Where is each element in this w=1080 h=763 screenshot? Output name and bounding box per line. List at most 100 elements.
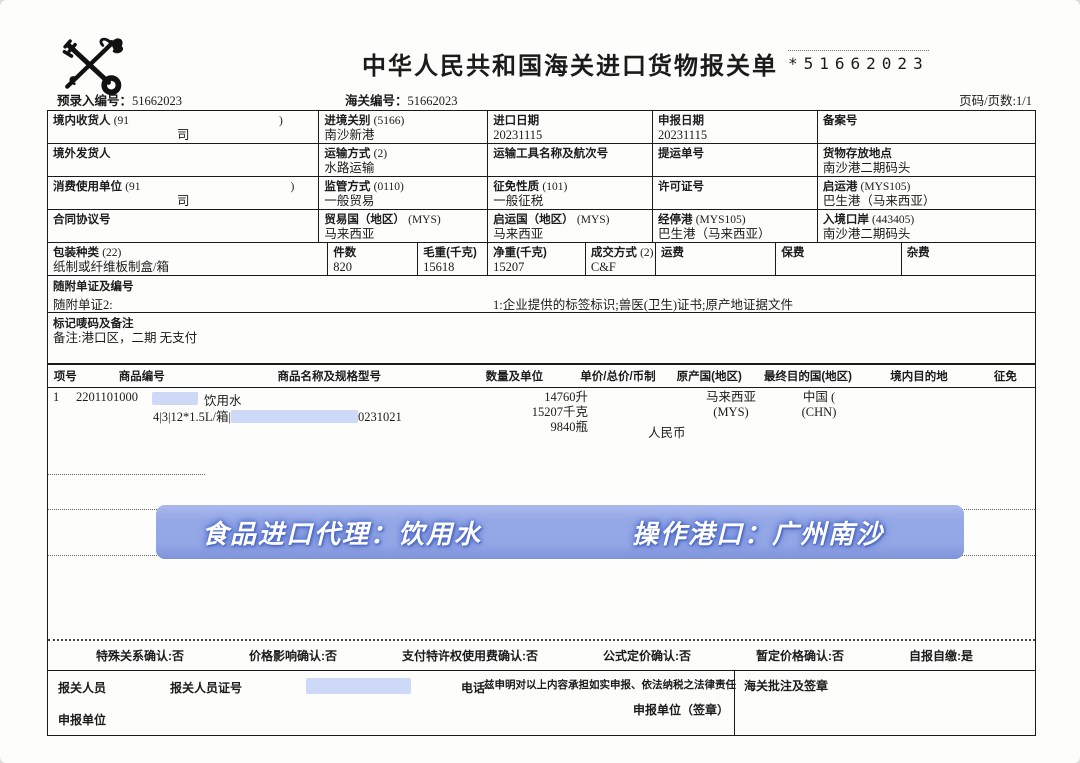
insurance-label: 保费 bbox=[781, 247, 805, 259]
redaction-box bbox=[152, 392, 198, 405]
cell-misc-fee: 杂费 bbox=[902, 243, 1035, 275]
item-spec-prefix: 4|3|12*1.5L/箱| bbox=[153, 410, 231, 424]
customs-number-value: 51662023 bbox=[407, 94, 458, 108]
contract-no-label: 合同协议号 bbox=[53, 214, 111, 226]
cell-storage-place: 货物存放地点 南沙港二期码头 bbox=[818, 144, 1035, 176]
item-qty-kg: 15207千克 bbox=[531, 405, 588, 419]
trade-country-value: 马来西亚 bbox=[324, 227, 375, 241]
entry-point-label: 入境口岸 bbox=[822, 214, 869, 226]
confirm-self-declare-pay: 自报自缴:是 bbox=[909, 649, 973, 663]
meta-row: 预录入编号：51662023 海关编号：51662023 页码/页数:1/1 bbox=[47, 90, 1034, 108]
item-spec-suffix: 0231021 bbox=[358, 410, 402, 424]
item-dest-country: 中国 ( bbox=[802, 390, 836, 404]
consumer-unit-label: 消费使用单位 bbox=[53, 181, 122, 193]
confirm-price-influence: 价格影响确认:否 bbox=[249, 649, 337, 663]
goods-header-name-spec: 商品名称及规格型号 bbox=[277, 371, 382, 383]
banner-right-text: 操作港口：广州南沙 bbox=[632, 518, 885, 549]
documents-line-label: 随附单证2: bbox=[53, 298, 113, 312]
cell-consumer-unit: 消费使用单位 (91) 司 bbox=[48, 177, 320, 209]
china-customs-emblem-icon bbox=[52, 34, 128, 98]
redaction-box bbox=[231, 410, 358, 423]
storage-place-label: 货物存放地点 bbox=[822, 148, 892, 160]
cell-supervision-mode: 监管方式 (0110) 一般贸易 bbox=[319, 177, 489, 209]
departure-port-value: 巴生港（马来西亚） bbox=[822, 194, 936, 208]
consignee-paren: ) bbox=[279, 115, 283, 127]
customs-declaration-sheet: 中华人民共和国海关进口货物报关单 *51662023 预录入编号：5166202… bbox=[0, 0, 1080, 763]
import-date-value: 20231115 bbox=[493, 128, 543, 142]
item-qty-liters: 14760升 bbox=[544, 390, 588, 404]
gross-weight-label: 毛重(千克) bbox=[423, 247, 477, 259]
levy-nature-value: 一般征税 bbox=[493, 194, 544, 208]
cell-license-no: 许可证号 bbox=[653, 177, 818, 209]
item-dest-code: (CHN) bbox=[801, 405, 837, 419]
goods-header-destination-country: 最终目的国(地区) bbox=[763, 371, 853, 383]
pieces-value: 820 bbox=[333, 260, 353, 274]
package-type-code: (22) bbox=[102, 247, 122, 259]
table-row: 合同协议号 贸易国（地区） (MYS) 马来西亚 启运国（地区） (MYS) 马… bbox=[48, 210, 1035, 243]
entry-point-code: (443405) bbox=[872, 214, 915, 226]
confirm-provisional-price: 暂定价格确认:否 bbox=[756, 649, 844, 663]
trade-country-code: (MYS) bbox=[408, 214, 441, 226]
cell-entry-port: 进境关别 (5166) 南沙新港 bbox=[319, 111, 489, 143]
departure-port-label: 启运港 bbox=[822, 181, 858, 193]
declaration-table: 境内收货人 (91) 司 进境关别 (5166) 南沙新港 进口日期 20231… bbox=[47, 110, 1036, 736]
confirm-special-relation: 特殊关系确认:否 bbox=[96, 649, 184, 663]
confirmation-row: 特殊关系确认:否 价格影响确认:否 支付特许权使用费确认:否 公式定价确认:否 … bbox=[48, 641, 1035, 671]
item-spec: 4|3|12*1.5L/箱| 0231021 bbox=[153, 406, 402, 425]
transit-port-value: 巴生港（马来西亚） bbox=[658, 227, 771, 241]
goods-header-qty-unit: 数量及单位 bbox=[485, 371, 544, 383]
cell-departure-country: 启运国（地区） (MYS) 马来西亚 bbox=[488, 210, 654, 242]
transport-mode-code: (2) bbox=[373, 148, 388, 160]
declare-date-label: 申报日期 bbox=[658, 115, 705, 127]
supervision-mode-label: 监管方式 bbox=[324, 181, 371, 193]
item-qty-bottles: 9840瓶 bbox=[550, 420, 588, 434]
gross-weight-value: 15618 bbox=[423, 260, 455, 274]
deal-terms-code: (2) bbox=[640, 247, 654, 259]
goods-header-hs-code: 商品编号 bbox=[118, 371, 165, 383]
confirm-formula-pricing: 公式定价确认:否 bbox=[603, 649, 691, 663]
item-no: 1 bbox=[53, 390, 60, 404]
goods-header-price-currency: 单价/总价/币制 bbox=[580, 371, 656, 383]
departure-port-code: (MYS105) bbox=[860, 181, 911, 193]
cell-import-date: 进口日期 20231115 bbox=[488, 111, 654, 143]
license-no-label: 许可证号 bbox=[658, 181, 705, 193]
levy-nature-label: 征免性质 bbox=[493, 181, 540, 193]
cell-record-no: 备案号 bbox=[818, 111, 1035, 143]
cell-gross-weight: 毛重(千克) 15618 bbox=[418, 243, 489, 275]
table-row: 境内收货人 (91) 司 进境关别 (5166) 南沙新港 进口日期 20231… bbox=[48, 111, 1035, 144]
declarant-label: 报关人员 bbox=[58, 681, 107, 695]
consumer-unit-code: (91 bbox=[125, 181, 141, 193]
document-number: *51662023 bbox=[788, 50, 929, 73]
goods-table-header: 项号 商品编号 商品名称及规格型号 数量及单位 单价/总价/币制 原产国(地区)… bbox=[48, 364, 1035, 388]
confirm-royalty-payment: 支付特许权使用费确认:否 bbox=[402, 649, 538, 663]
cell-bill-no: 提运单号 bbox=[653, 144, 818, 176]
transport-mode-value: 水路运输 bbox=[324, 161, 375, 175]
cell-overseas-shipper: 境外发货人 bbox=[48, 144, 320, 176]
entry-port-label: 进境关别 bbox=[324, 115, 371, 127]
departure-country-value: 马来西亚 bbox=[493, 227, 544, 241]
goods-header-exemption: 征免 bbox=[993, 371, 1017, 383]
cell-pieces: 件数 820 bbox=[328, 243, 419, 275]
item-destination: 中国 ( (CHN) bbox=[774, 390, 864, 420]
cell-transport-name: 运输工具名称及航次号 bbox=[488, 144, 654, 176]
storage-place-value: 南沙港二期码头 bbox=[822, 161, 911, 175]
customs-number-label: 海关编号： bbox=[345, 94, 408, 108]
departure-country-label: 启运国（地区） bbox=[493, 214, 574, 226]
consumer-unit-value: 司 bbox=[176, 194, 190, 208]
form-title: 中华人民共和国海关进口货物报关单 bbox=[362, 54, 778, 80]
item-origin-code: (MYS) bbox=[713, 405, 749, 419]
dotted-divider bbox=[48, 474, 205, 475]
consumer-unit-paren: ) bbox=[290, 181, 295, 193]
marks-notes-section: 标记唛码及备注 备注:港口区，二期 无支付 bbox=[48, 313, 1035, 364]
cell-declare-date: 申报日期 20231115 bbox=[653, 111, 818, 143]
bill-no-label: 提运单号 bbox=[658, 148, 705, 160]
cell-transport-mode: 运输方式 (2) 水路运输 bbox=[319, 144, 489, 176]
cell-contract-no: 合同协议号 bbox=[48, 210, 320, 242]
table-row: 消费使用单位 (91) 司 监管方式 (0110) 一般贸易 征免性质 (101… bbox=[48, 177, 1035, 210]
goods-header-item-no: 项号 bbox=[53, 371, 77, 383]
levy-nature-code: (101) bbox=[542, 181, 568, 193]
table-row: 境外发货人 运输方式 (2) 水路运输 运输工具名称及航次号 提运单号 货物存放… bbox=[48, 144, 1035, 177]
item-currency: 人民币 bbox=[648, 426, 686, 440]
cell-net-weight: 净重(千克) 15207 bbox=[488, 243, 586, 275]
pieces-label: 件数 bbox=[333, 247, 357, 259]
